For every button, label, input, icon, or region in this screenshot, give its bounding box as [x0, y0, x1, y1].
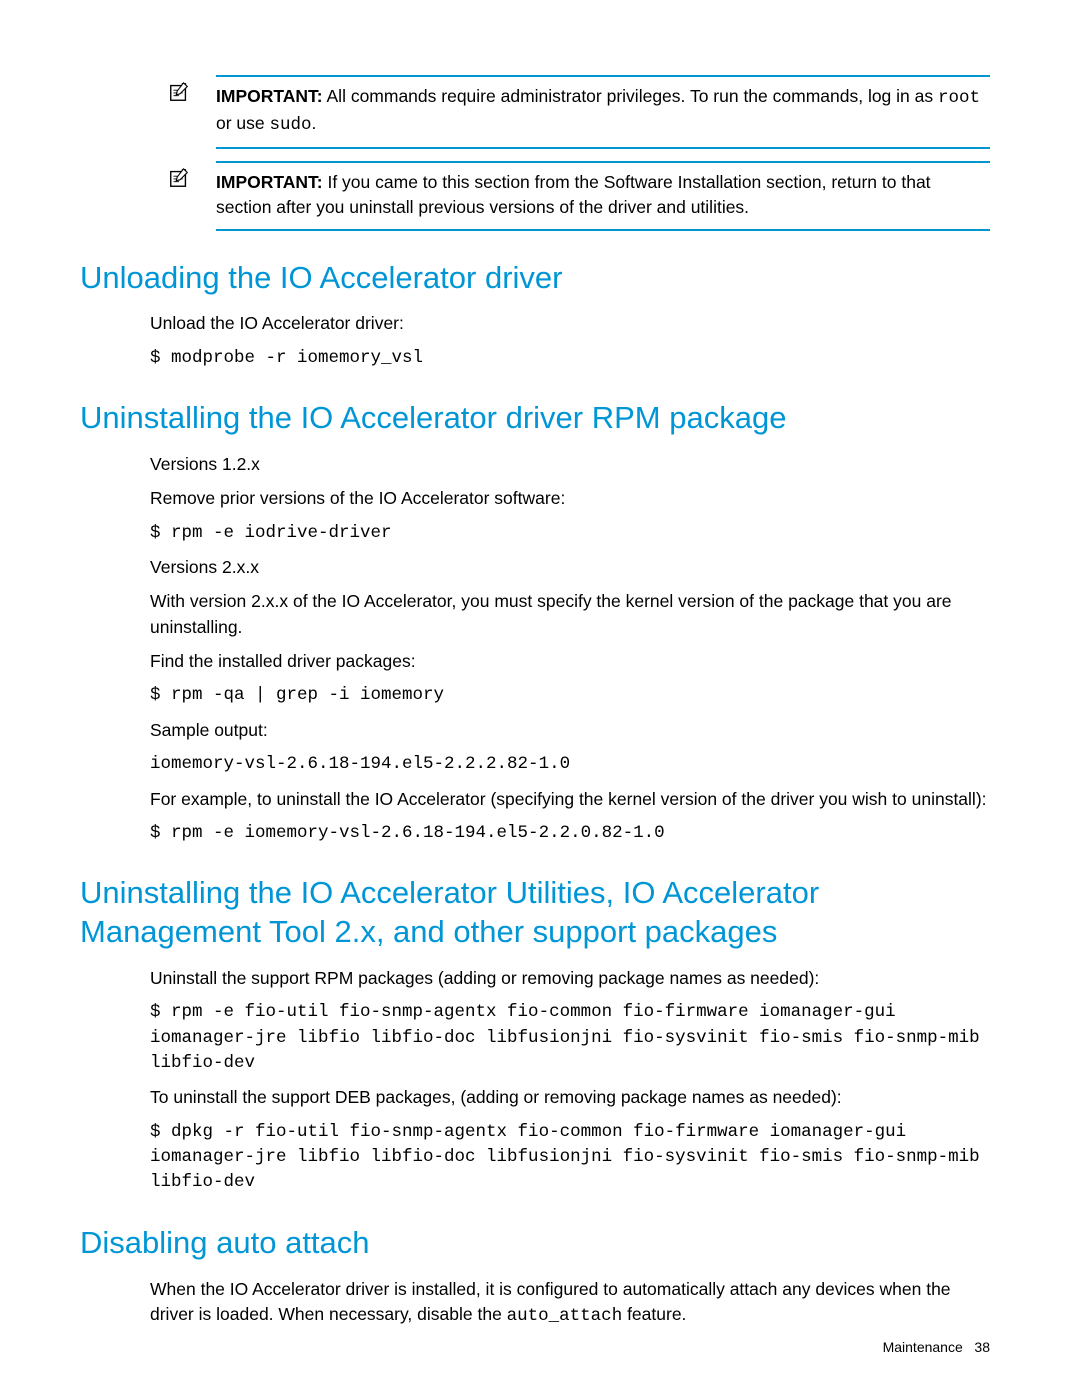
paragraph: Uninstall the support RPM packages (addi… [150, 966, 990, 991]
section-body-uninstall-utilities: Uninstall the support RPM packages (addi… [150, 966, 990, 1196]
code-block: iomemory-vsl-2.6.18-194.el5-2.2.2.82-1.0 [150, 752, 990, 777]
note-icon [168, 161, 216, 194]
code-block: $ rpm -qa | grep -i iomemory [150, 683, 990, 708]
code-block: $ rpm -e iomemory-vsl-2.6.18-194.el5-2.2… [150, 821, 990, 846]
heading-unloading: Unloading the IO Accelerator driver [80, 259, 990, 298]
heading-uninstall-rpm: Uninstalling the IO Accelerator driver R… [80, 399, 990, 438]
paragraph: Unload the IO Accelerator driver: [150, 311, 990, 336]
paragraph: Remove prior versions of the IO Accelera… [150, 486, 990, 511]
section-body-uninstall-rpm: Versions 1.2.x Remove prior versions of … [150, 452, 990, 847]
paragraph: When the IO Accelerator driver is instal… [150, 1277, 990, 1330]
paragraph: Find the installed driver packages: [150, 649, 990, 674]
footer-section: Maintenance [883, 1339, 963, 1355]
paragraph: Versions 2.x.x [150, 555, 990, 580]
code-block: $ modprobe -r iomemory_vsl [150, 346, 990, 371]
footer-page-number: 38 [974, 1339, 990, 1355]
code-block: $ rpm -e iodrive-driver [150, 521, 990, 546]
important-label: IMPORTANT: [216, 172, 323, 192]
heading-uninstall-utilities: Uninstalling the IO Accelerator Utilitie… [80, 874, 990, 952]
paragraph: Versions 1.2.x [150, 452, 990, 477]
important-callout-1: IMPORTANT: All commands require administ… [168, 75, 990, 149]
section-body-disable-auto: When the IO Accelerator driver is instal… [150, 1277, 990, 1330]
document-page: IMPORTANT: All commands require administ… [0, 0, 1080, 1378]
section-body-unloading: Unload the IO Accelerator driver: $ modp… [150, 311, 990, 371]
paragraph: Sample output: [150, 718, 990, 743]
important-callout-2: IMPORTANT: If you came to this section f… [168, 161, 990, 231]
paragraph: To uninstall the support DEB packages, (… [150, 1085, 990, 1110]
paragraph: For example, to uninstall the IO Acceler… [150, 787, 990, 812]
important-note-body: IMPORTANT: If you came to this section f… [216, 161, 990, 231]
important-note-body: IMPORTANT: All commands require administ… [216, 75, 990, 149]
heading-disable-auto-attach: Disabling auto attach [80, 1224, 990, 1263]
note-icon [168, 75, 216, 108]
important-label: IMPORTANT: [216, 86, 323, 106]
code-block: $ dpkg -r fio-util fio-snmp-agentx fio-c… [150, 1120, 990, 1196]
paragraph: With version 2.x.x of the IO Accelerator… [150, 589, 990, 640]
code-block: $ rpm -e fio-util fio-snmp-agentx fio-co… [150, 1000, 990, 1076]
page-footer: Maintenance 38 [883, 1339, 990, 1355]
